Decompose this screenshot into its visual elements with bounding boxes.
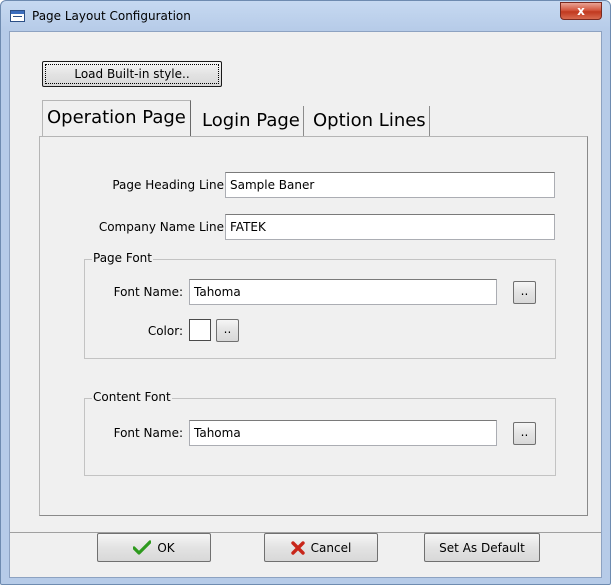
- page-heading-label: Page Heading Line:: [112, 178, 228, 192]
- ok-label: OK: [157, 540, 175, 555]
- content-font-name-label: Font Name:: [113, 426, 183, 440]
- company-name-input[interactable]: FATEK: [225, 214, 555, 240]
- content-font-group-title: Content Font: [92, 390, 172, 404]
- check-icon: [133, 539, 152, 556]
- page-heading-input[interactable]: Sample Baner: [225, 172, 555, 198]
- title-bar[interactable]: Page Layout Configuration x: [1, 1, 610, 31]
- x-icon: [290, 540, 305, 555]
- page-font-name-input[interactable]: Tahoma: [189, 279, 497, 305]
- content-font-browse-button[interactable]: ..: [513, 422, 536, 445]
- page-font-group-title: Page Font: [92, 251, 153, 265]
- page-font-name-label: Font Name:: [113, 285, 183, 299]
- dialog-body: Load Built-in style.. Operation Page Log…: [9, 31, 602, 578]
- load-built-in-style-button[interactable]: Load Built-in style..: [42, 61, 222, 87]
- operation-page-panel: Page Heading Line: Sample Baner Company …: [39, 136, 588, 516]
- page-font-color-swatch[interactable]: [189, 319, 211, 341]
- cancel-button[interactable]: Cancel: [264, 533, 378, 562]
- window-title: Page Layout Configuration: [32, 9, 191, 23]
- company-name-label: Company Name Line:: [98, 220, 228, 234]
- content-font-group: Content Font Font Name: Tahoma ..: [84, 390, 556, 476]
- page-font-browse-button[interactable]: ..: [513, 281, 536, 304]
- dialog-window: Page Layout Configuration x Load Built-i…: [0, 0, 611, 585]
- app-window-icon: [10, 10, 25, 22]
- tab-operation-page[interactable]: Operation Page: [42, 100, 191, 136]
- cancel-label: Cancel: [310, 540, 352, 555]
- set-as-default-button[interactable]: Set As Default: [424, 533, 540, 562]
- tab-login-page[interactable]: Login Page: [199, 106, 304, 136]
- content-font-name-input[interactable]: Tahoma: [189, 420, 497, 446]
- tab-option-lines[interactable]: Option Lines: [310, 106, 430, 136]
- page-font-group: Page Font Font Name: Tahoma .. Color: ..: [84, 251, 556, 359]
- close-icon: x: [577, 4, 585, 18]
- ok-button[interactable]: OK: [97, 533, 211, 562]
- page-font-color-browse-button[interactable]: ..: [216, 319, 239, 342]
- page-font-color-label: Color:: [147, 324, 183, 338]
- close-button[interactable]: x: [560, 2, 602, 20]
